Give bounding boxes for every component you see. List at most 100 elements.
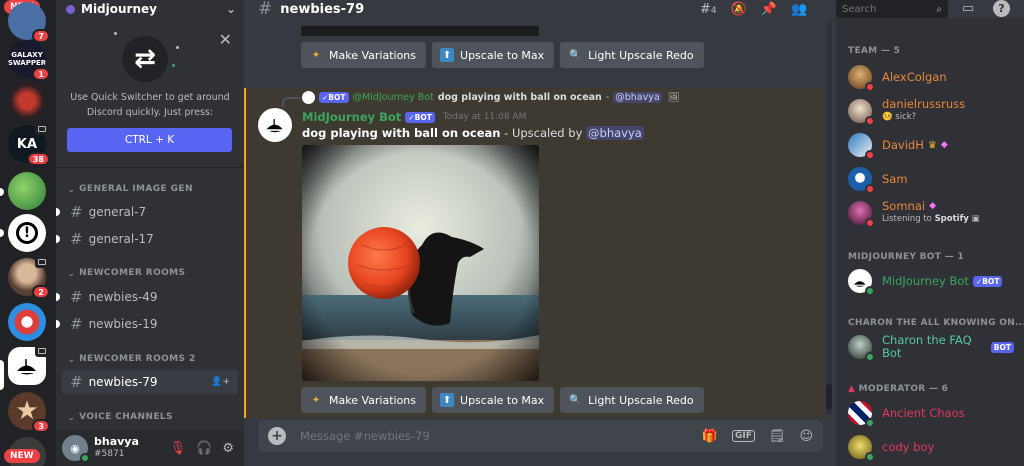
category-newcomer-rooms[interactable]: ⌄ NEWCOMER ROOMS: [68, 268, 185, 278]
server-icon-ka[interactable]: KA 38: [8, 123, 50, 166]
magnifier-icon: 🔍: [568, 394, 582, 406]
sailboat-icon: [853, 280, 866, 287]
server-icon-galaxy-swapper[interactable]: GALAXY SWAPPER 1: [8, 40, 50, 81]
mic-muted-icon[interactable]: 🎙: [170, 441, 187, 456]
message-input[interactable]: Message #newbies-79: [300, 429, 430, 443]
search-input[interactable]: Search ⌕: [836, 0, 948, 18]
member-davidh[interactable]: DavidH ♛ ◆: [848, 130, 1018, 160]
reply-mention[interactable]: @bhavya: [613, 91, 662, 103]
category-voice-channels[interactable]: ⌄ VOICE CHANNELS: [68, 412, 173, 422]
avatar[interactable]: ◉: [62, 435, 90, 463]
gift-icon[interactable]: 🎁: [702, 429, 718, 444]
chevron-down-icon: ⌄: [68, 412, 76, 422]
status-dnd-icon: [865, 150, 875, 160]
channel-general-7[interactable]: # general-7: [56, 200, 238, 224]
reply-separator: -: [605, 91, 610, 103]
arrow-up-icon: ⬆: [440, 48, 455, 62]
server-icon-3[interactable]: [8, 82, 46, 120]
member-group-team: TEAM — 5: [848, 46, 901, 56]
status-dnd-icon: [865, 116, 875, 126]
avatar: [848, 167, 875, 194]
category-general-image-gen[interactable]: ⌄ GENERAL IMAGE GEN: [68, 184, 193, 194]
bot-tag: ✓ BOT: [319, 91, 349, 103]
guild-header[interactable]: Midjourney ⌄: [56, 0, 244, 18]
sticker-icon[interactable]: 🗒: [769, 429, 786, 444]
server-icon-7[interactable]: 2: [8, 256, 50, 299]
message-author[interactable]: MidJourney Bot: [302, 110, 401, 124]
add-member-icon[interactable]: 👤+: [211, 377, 230, 387]
inbox-icon[interactable]: ▭: [962, 1, 974, 16]
upscale-to-max-button[interactable]: ⬆ Upscale to Max: [432, 387, 555, 413]
member-cody-boy[interactable]: cody boy: [848, 432, 1018, 462]
member-sam[interactable]: Sam: [848, 164, 1018, 194]
unread-indicator: [56, 208, 60, 216]
member-ancient-chaos[interactable]: Ancient Chaos: [848, 398, 1018, 428]
avatar: [848, 335, 875, 362]
gear-icon[interactable]: ⚙: [222, 441, 234, 456]
nitro-boost-icon: ◆: [940, 139, 948, 150]
light-upscale-redo-button[interactable]: 🔍 Light Upscale Redo: [560, 42, 704, 68]
server-icon-midjourney[interactable]: [8, 345, 49, 385]
server-icon-8[interactable]: [8, 303, 46, 341]
make-variations-button[interactable]: ✦ Make Variations: [301, 42, 427, 68]
user-panel: ◉ bhavya #5871 🎙 🎧 ⚙: [56, 430, 244, 466]
hashtag-icon: #: [70, 373, 83, 391]
message-composer: + Message #newbies-79 🎁 GIF 🗒 ☺: [258, 420, 823, 452]
member-name: Charon the FAQ Bot: [882, 333, 972, 360]
scrollbar-thumb[interactable]: [826, 384, 832, 410]
nitro-boost-icon: ◆: [929, 201, 936, 211]
guild-icon: [66, 4, 75, 14]
unread-indicator: [0, 188, 4, 196]
status-online-icon: [80, 453, 90, 463]
mute-bell-icon[interactable]: 🔕: [731, 2, 747, 17]
generated-image[interactable]: [302, 145, 539, 381]
pin-icon[interactable]: 📌: [761, 2, 777, 17]
hashtag-icon: #: [258, 0, 273, 19]
add-attachment-icon[interactable]: +: [268, 427, 286, 445]
bot-avatar[interactable]: [258, 108, 292, 142]
emoji-icon[interactable]: ☺: [799, 429, 813, 444]
server-icon-5[interactable]: [8, 172, 46, 210]
help-icon[interactable]: ?: [993, 0, 1010, 17]
member-midjourney-bot[interactable]: MidJourney Bot ✓ BOT: [848, 266, 1018, 296]
headphones-icon[interactable]: 🎧: [196, 441, 212, 456]
server-icon-1[interactable]: 7: [8, 2, 50, 43]
channel-newbies-49[interactable]: # newbies-49: [56, 285, 238, 309]
gif-icon[interactable]: GIF: [732, 430, 755, 442]
server-icon-6[interactable]: !: [8, 214, 46, 252]
member-alexcolgan[interactable]: AlexColgan: [848, 62, 1018, 92]
channel-general-17[interactable]: # general-17: [56, 227, 238, 251]
username: bhavya: [94, 435, 139, 448]
selected-server-indicator: [0, 360, 4, 390]
make-variations-button[interactable]: ✦ Make Variations: [301, 387, 427, 413]
chat-scrollbar[interactable]: [826, 20, 832, 415]
member-danielrussruss[interactable]: danielrussruss 🤒 sick?: [848, 96, 1018, 126]
quick-switcher-tip: ✕ ⇄ Use Quick Switcher to get around Dis…: [56, 28, 244, 168]
channel-newbies-19[interactable]: # newbies-19: [56, 312, 238, 336]
upscale-to-max-button[interactable]: ⬆ Upscale to Max: [432, 42, 555, 68]
activity-app: Spotify: [934, 214, 969, 224]
message-header: MidJourney Bot ✓ BOT Today at 11:08 AM: [302, 110, 526, 124]
avatar: [848, 201, 875, 228]
member-somnai[interactable]: Somnai ◆ Listening to Spotify ▣: [848, 198, 1018, 228]
member-list-icon[interactable]: 👥: [791, 2, 807, 17]
voice-indicator-icon: [35, 256, 49, 268]
upscale-action-row-1: ✦ Make Variations ⬆ Upscale to Max 🔍 Light …: [301, 42, 704, 68]
server-rail: NEW 7 GALAXY SWAPPER 1 KA 38 ! 2: [0, 0, 56, 466]
quick-switcher-shortcut-button[interactable]: CTRL + K: [67, 128, 232, 152]
user-mention[interactable]: @bhavya: [586, 126, 644, 140]
avatar: [848, 401, 875, 428]
member-group-moderator: ▲ MODERATOR — 6: [848, 384, 949, 394]
chevron-down-icon: ⌄: [68, 268, 76, 278]
category-newcomer-rooms-2[interactable]: ⌄ NEWCOMER ROOMS 2: [68, 354, 196, 364]
channel-newbies-79[interactable]: # newbies-79 👤+: [62, 370, 238, 394]
light-upscale-redo-button[interactable]: 🔍 Light Upscale Redo: [560, 387, 704, 413]
member-name: Somnai: [882, 199, 926, 213]
member-charon-faq-bot[interactable]: Charon the FAQ Bot BOT: [848, 332, 1018, 362]
reply-reference[interactable]: ✓ BOT @MidJourney Bot dog playing with b…: [282, 90, 680, 107]
server-icon-10[interactable]: ★ 3: [8, 392, 50, 433]
threads-icon[interactable]: #4: [700, 2, 717, 17]
header-toolbar: #4 🔕 📌 👥: [700, 0, 807, 18]
new-unreads-pill-bottom[interactable]: NEW: [4, 449, 40, 463]
close-icon[interactable]: ✕: [219, 30, 232, 49]
